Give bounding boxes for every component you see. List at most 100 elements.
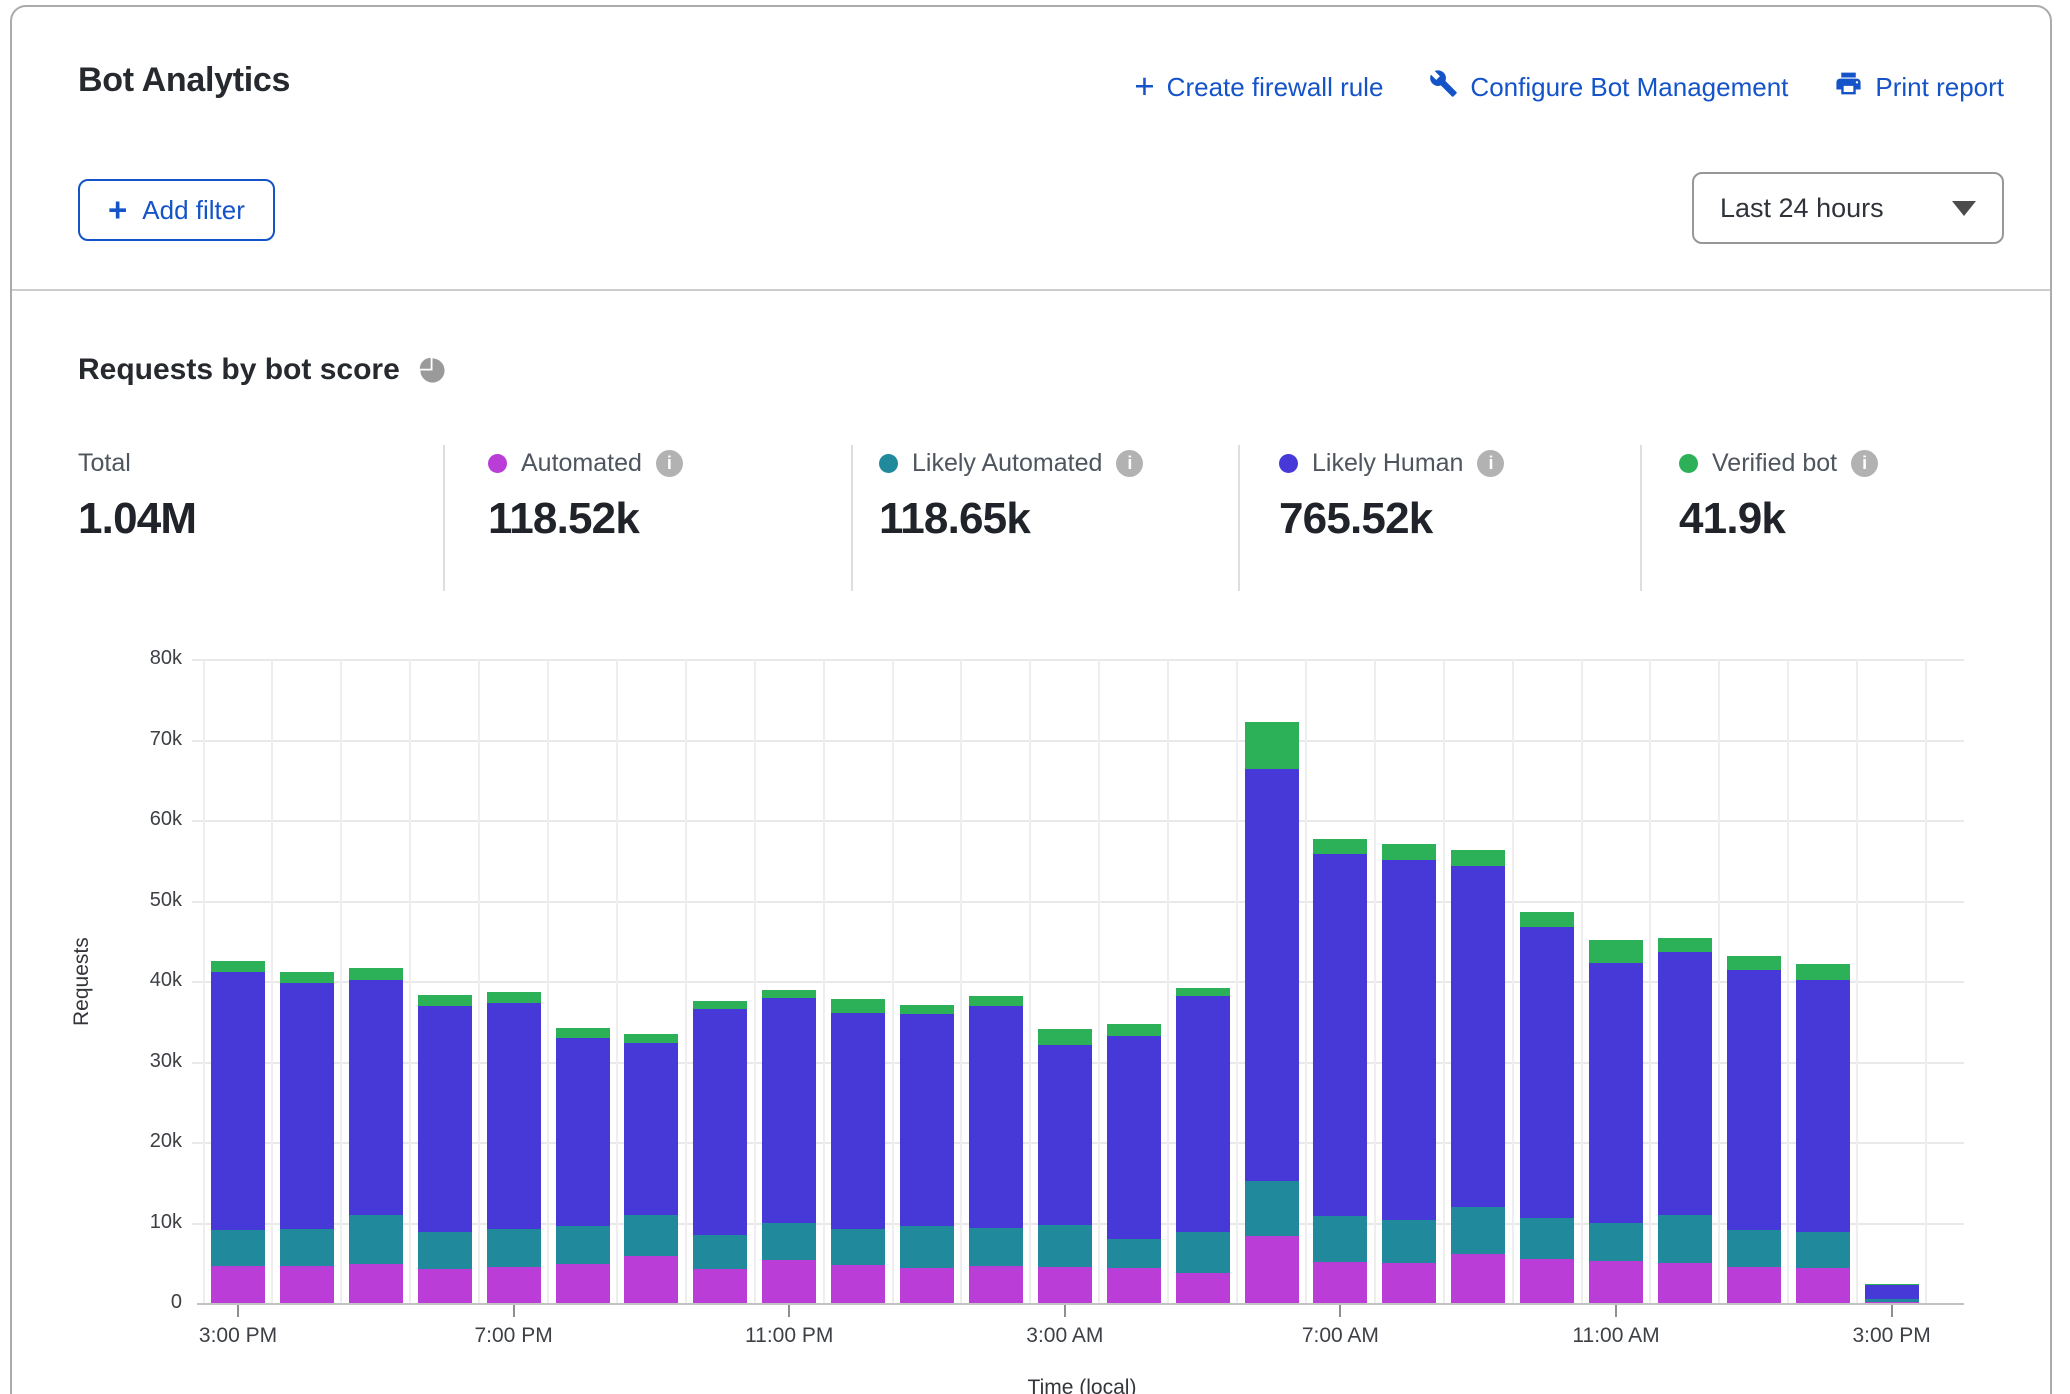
x-tick-label: 3:00 AM (975, 1324, 1155, 1348)
plus-icon: + (108, 196, 127, 224)
bar-1-00-am[interactable] (900, 1005, 954, 1304)
bar-segment-likely-human (1589, 963, 1643, 1224)
stat-label-row: Automatedi (488, 449, 683, 478)
requests-by-bot-score-chart: 010k20k30k40k50k60k70k80k3:00 PM7:00 PM1… (12, 627, 2054, 1394)
x-axis-title: Time (local) (202, 1376, 1962, 1394)
bar-1-00-pm[interactable] (1727, 956, 1781, 1304)
action-label: Print report (1875, 72, 2004, 103)
gridline (1649, 660, 1651, 1304)
section-title-row: Requests by bot score (78, 353, 447, 387)
gridline (823, 660, 825, 1304)
info-icon[interactable]: i (1116, 450, 1143, 477)
printer-icon (1834, 69, 1863, 105)
bar-segment-verified-bot (693, 1001, 747, 1008)
bar-segment-likely-human (1176, 996, 1230, 1231)
bar-5-00-am[interactable] (1176, 988, 1230, 1304)
bar-7-00-am[interactable] (1313, 839, 1367, 1304)
y-axis-title: Requests (66, 660, 98, 1304)
bar-6-00-am[interactable] (1245, 722, 1299, 1304)
page: Bot Analytics + Create firewall rule Con… (0, 0, 2070, 1394)
stats-divider (1640, 445, 1642, 591)
x-tick (237, 1305, 239, 1317)
gridline (1443, 660, 1445, 1304)
x-tick-label: 3:00 PM (1802, 1324, 1982, 1348)
bar-segment-likely-human (1313, 854, 1367, 1216)
bar-4-00-am[interactable] (1107, 1024, 1161, 1304)
gridline (1098, 660, 1100, 1304)
bar-segment-likely-automated (1658, 1215, 1712, 1262)
bar-3-00-am[interactable] (1038, 1029, 1092, 1304)
bar-segment-likely-automated (762, 1223, 816, 1260)
gridline (192, 740, 1964, 742)
bar-segment-likely-human (1451, 866, 1505, 1207)
bar-segment-verified-bot (1313, 839, 1367, 854)
gridline (1305, 660, 1307, 1304)
bar-5-00-pm[interactable] (349, 968, 403, 1304)
legend-dot-likely-automated (879, 454, 898, 473)
bar-9-00-pm[interactable] (624, 1034, 678, 1304)
bar-12-00-pm[interactable] (1658, 938, 1712, 1304)
bar-6-00-pm[interactable] (418, 995, 472, 1304)
time-range-select[interactable]: Last 24 hours (1692, 172, 2004, 244)
bar-3-00-pm[interactable] (211, 961, 265, 1304)
bar-segment-likely-human (1520, 927, 1574, 1218)
configure-bot-management-link[interactable]: Configure Bot Management (1429, 69, 1788, 105)
add-filter-button[interactable]: + Add filter (78, 179, 275, 241)
bar-12-00-am[interactable] (831, 999, 885, 1304)
stat-value: 1.04M (78, 494, 196, 544)
print-report-link[interactable]: Print report (1834, 69, 2004, 105)
stat-label: Verified bot (1712, 449, 1837, 478)
bar-9-00-am[interactable] (1451, 850, 1505, 1304)
bar-11-00-pm[interactable] (762, 990, 816, 1304)
bar-segment-likely-human (556, 1038, 610, 1226)
gridline (616, 660, 618, 1304)
bar-11-00-am[interactable] (1589, 940, 1643, 1304)
bar-segment-likely-human (1382, 860, 1436, 1221)
x-axis-line (197, 1303, 1964, 1305)
gridline (340, 660, 342, 1304)
bar-2-00-am[interactable] (969, 996, 1023, 1304)
bar-3-00-pm[interactable] (1865, 1284, 1919, 1304)
stat-label-row: Likely Humani (1279, 449, 1504, 478)
stats-divider (443, 445, 445, 591)
info-icon[interactable]: i (1851, 450, 1878, 477)
info-icon[interactable]: i (656, 450, 683, 477)
bar-segment-verified-bot (1658, 938, 1712, 952)
bar-7-00-pm[interactable] (487, 992, 541, 1304)
header-divider (12, 289, 2050, 291)
gridline (192, 901, 1964, 903)
add-filter-label: Add filter (142, 195, 245, 226)
bar-segment-likely-automated (1313, 1216, 1367, 1262)
bar-segment-automated (1520, 1259, 1574, 1304)
bar-segment-likely-human (762, 998, 816, 1223)
stat-automated: Automatedi118.52k (488, 449, 683, 544)
bar-2-00-pm[interactable] (1796, 964, 1850, 1304)
x-tick (1615, 1305, 1617, 1317)
bar-10-00-pm[interactable] (693, 1001, 747, 1304)
bar-4-00-pm[interactable] (280, 972, 334, 1304)
gridline (478, 660, 480, 1304)
bar-segment-likely-human (349, 980, 403, 1215)
gridline (409, 660, 411, 1304)
bar-segment-likely-human (418, 1006, 472, 1231)
create-firewall-rule-link[interactable]: + Create firewall rule (1134, 72, 1383, 103)
header-actions: + Create firewall rule Configure Bot Man… (1134, 69, 2004, 105)
stat-likely-automated: Likely Automatedi118.65k (879, 449, 1143, 544)
bar-segment-automated (349, 1264, 403, 1304)
bar-segment-automated (418, 1269, 472, 1304)
bar-8-00-am[interactable] (1382, 844, 1436, 1304)
bar-segment-likely-automated (1796, 1232, 1850, 1267)
gridline (203, 660, 205, 1304)
info-icon[interactable]: i (1477, 450, 1504, 477)
bar-segment-automated (1589, 1261, 1643, 1304)
bar-8-00-pm[interactable] (556, 1028, 610, 1304)
bar-segment-likely-automated (487, 1229, 541, 1267)
bar-10-00-am[interactable] (1520, 912, 1574, 1304)
gridline (892, 660, 894, 1304)
gridline (547, 660, 549, 1304)
gridline (1029, 660, 1031, 1304)
bar-segment-automated (1038, 1267, 1092, 1304)
plus-icon: + (1134, 73, 1154, 101)
gridline (1718, 660, 1720, 1304)
x-tick (1064, 1305, 1066, 1317)
